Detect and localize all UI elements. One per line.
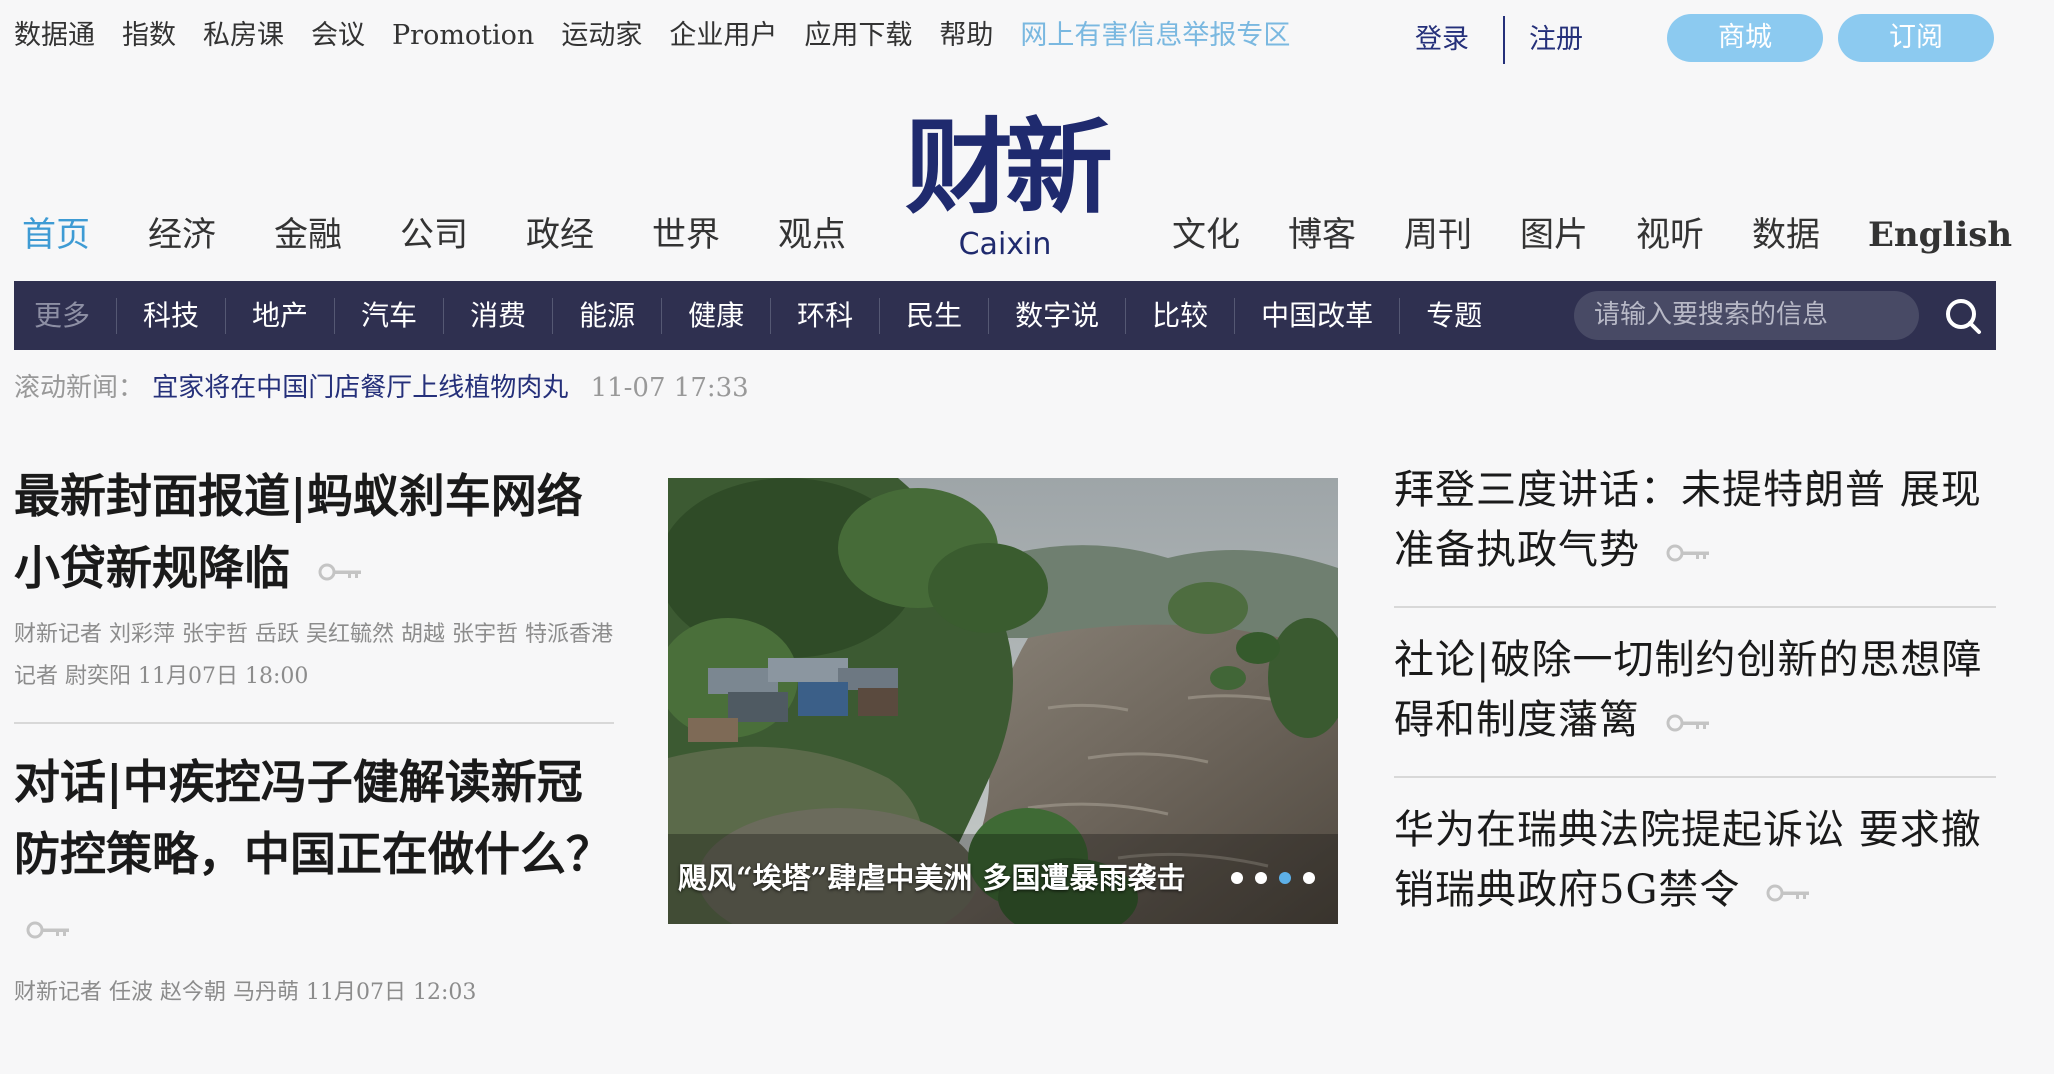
nav-weekly[interactable]: 周刊 [1404, 210, 1472, 260]
nav-photos[interactable]: 图片 [1520, 210, 1588, 260]
right-story-column: 拜登三度讲话：未提特朗普 展现准备执政气势 社论|破除一切制约创新的思想障碍和制… [1394, 460, 1996, 920]
nav-video-audio[interactable]: 视听 [1636, 210, 1704, 260]
key-icon [1666, 544, 1709, 562]
subnav-health[interactable]: 健康 [662, 297, 772, 334]
top-link-enterprise[interactable]: 企业用户 [669, 16, 777, 56]
news-ticker: 滚动新闻： 宜家将在中国门店餐厅上线植物肉丸 11-07 17:33 [14, 370, 749, 406]
subnav-more[interactable]: 更多 [14, 297, 118, 334]
slider-dot[interactable] [1303, 872, 1315, 884]
search-input[interactable]: 请输入要搜索的信息 [1574, 291, 1919, 340]
right-story: 拜登三度讲话：未提特朗普 展现准备执政气势 [1394, 460, 1996, 580]
auth-links: 登录 注册 [1415, 16, 1583, 64]
hero-photo-slider[interactable]: 飓风“埃塔”肆虐中美洲 多国遭暴雨袭击 [668, 478, 1338, 924]
subnav-livelihood[interactable]: 民生 [880, 297, 990, 334]
subnav-tech[interactable]: 科技 [117, 297, 227, 334]
nav-economy[interactable]: 经济 [148, 210, 216, 260]
top-link-datatong[interactable]: 数据通 [14, 16, 95, 56]
auth-divider [1503, 16, 1505, 64]
key-icon [26, 921, 69, 939]
second-story: 对话|中疾控冯子健解读新冠防控策略，中国正在做什么？ 财新记者 任波 赵今朝 马… [14, 746, 614, 1014]
subnav-consumer[interactable]: 消费 [444, 297, 554, 334]
nav-home[interactable]: 首页 [22, 210, 90, 260]
nav-world[interactable]: 世界 [652, 210, 720, 260]
ticker-time: 11-07 17:33 [590, 373, 749, 403]
key-icon [1766, 884, 1810, 902]
top-link-report-harmful[interactable]: 网上有害信息举报专区 [1020, 16, 1290, 56]
subnav-environment[interactable]: 环科 [771, 297, 881, 334]
ticker-label: 滚动新闻： [14, 373, 145, 403]
top-link-promotion[interactable]: Promotion [392, 16, 534, 56]
subnav-comparison[interactable]: 比较 [1126, 297, 1236, 334]
second-story-title[interactable]: 对话|中疾控冯子健解读新冠防控策略，中国正在做什么？ [14, 755, 612, 881]
right-story: 华为在瑞典法院提起诉讼 要求撤销瑞典政府5G禁令 [1394, 800, 1996, 920]
story-divider [14, 722, 614, 724]
logo-chinese: 财新 [904, 109, 1113, 228]
right-story-title-wrap[interactable]: 社论|破除一切制约创新的思想障碍和制度藩篱 [1394, 630, 1996, 750]
nav-culture[interactable]: 文化 [1172, 210, 1240, 260]
top-utility-bar: 数据通 指数 私房课 会议 Promotion 运动家 企业用户 应用下载 帮助… [0, 0, 2054, 76]
shop-button[interactable]: 商城 [1667, 14, 1823, 62]
top-link-private-class[interactable]: 私房课 [203, 16, 284, 56]
right-story-title-wrap[interactable]: 华为在瑞典法院提起诉讼 要求撤销瑞典政府5G禁令 [1394, 800, 1996, 920]
story-divider [1394, 776, 1996, 778]
caixin-logo[interactable]: 财新 Caixin [895, 110, 1115, 260]
nav-blog[interactable]: 博客 [1288, 210, 1356, 260]
right-story-title[interactable]: 华为在瑞典法院提起诉讼 要求撤销瑞典政府5G禁令 [1394, 807, 1982, 913]
lead-story-title-wrap[interactable]: 最新封面报道|蚂蚁刹车网络小贷新规降临 [14, 460, 614, 604]
slider-dot[interactable] [1255, 872, 1267, 884]
nav-data[interactable]: 数据 [1752, 210, 1820, 260]
top-link-athlete[interactable]: 运动家 [561, 16, 642, 56]
subnav-real-estate[interactable]: 地产 [226, 297, 336, 334]
slider-dot[interactable] [1231, 872, 1243, 884]
top-link-help[interactable]: 帮助 [939, 16, 993, 56]
top-links: 数据通 指数 私房课 会议 Promotion 运动家 企业用户 应用下载 帮助… [14, 16, 1317, 56]
slider-dots [1231, 872, 1315, 884]
nav-companies[interactable]: 公司 [400, 210, 468, 260]
nav-politics-economy[interactable]: 政经 [526, 210, 594, 260]
lead-story: 最新封面报道|蚂蚁刹车网络小贷新规降临 财新记者 刘彩萍 张宇哲 岳跃 吴红毓然… [14, 460, 614, 698]
main-nav-left: 首页 经济 金融 公司 政经 世界 观点 [22, 210, 904, 260]
register-link[interactable]: 注册 [1529, 20, 1583, 60]
nav-finance[interactable]: 金融 [274, 210, 342, 260]
subnav-auto[interactable]: 汽车 [335, 297, 445, 334]
main-nav-right: 文化 博客 周刊 图片 视听 数据 English [1172, 210, 2012, 260]
second-story-byline: 财新记者 任波 赵今朝 马丹萌 11月07日 12:03 [14, 980, 477, 1005]
hero-caption[interactable]: 飓风“埃塔”肆虐中美洲 多国遭暴雨袭击 [678, 858, 1185, 898]
key-icon [1666, 714, 1709, 732]
sub-nav-bar: 更多 科技 地产 汽车 消费 能源 健康 环科 民生 数字说 比较 中国改革 专… [14, 281, 1996, 350]
subnav-energy[interactable]: 能源 [553, 297, 663, 334]
story-divider [1394, 606, 1996, 608]
key-icon [318, 563, 362, 581]
top-link-conference[interactable]: 会议 [311, 16, 365, 56]
right-story: 社论|破除一切制约创新的思想障碍和制度藩篱 [1394, 630, 1996, 750]
nav-english[interactable]: English [1868, 210, 2012, 260]
subnav-special-topics[interactable]: 专题 [1400, 298, 1508, 334]
subscribe-button[interactable]: 订阅 [1838, 14, 1994, 62]
top-link-index[interactable]: 指数 [122, 16, 176, 56]
ticker-headline[interactable]: 宜家将在中国门店餐厅上线植物肉丸 [152, 373, 568, 403]
right-story-title-wrap[interactable]: 拜登三度讲话：未提特朗普 展现准备执政气势 [1394, 460, 1996, 580]
login-link[interactable]: 登录 [1415, 20, 1469, 60]
left-story-column: 最新封面报道|蚂蚁刹车网络小贷新规降临 财新记者 刘彩萍 张宇哲 岳跃 吴红毓然… [14, 460, 614, 1014]
sub-nav-items: 更多 科技 地产 汽车 消费 能源 健康 环科 民生 数字说 比较 中国改革 专… [14, 281, 1508, 350]
subnav-data-stories[interactable]: 数字说 [989, 297, 1127, 334]
logo-english: Caixin [958, 227, 1052, 262]
lead-story-title[interactable]: 最新封面报道|蚂蚁刹车网络小贷新规降临 [14, 469, 583, 595]
slider-dot-active[interactable] [1279, 872, 1291, 884]
search-icon[interactable] [1944, 297, 1982, 335]
second-story-title-wrap[interactable]: 对话|中疾控冯子健解读新冠防控策略，中国正在做什么？ [14, 746, 614, 962]
lead-story-byline: 财新记者 刘彩萍 张宇哲 岳跃 吴红毓然 胡越 张宇哲 特派香港记者 尉奕阳 1… [14, 622, 613, 689]
subnav-china-reform[interactable]: 中国改革 [1235, 297, 1401, 334]
nav-opinion[interactable]: 观点 [778, 210, 846, 260]
top-link-app-download[interactable]: 应用下载 [804, 16, 912, 56]
